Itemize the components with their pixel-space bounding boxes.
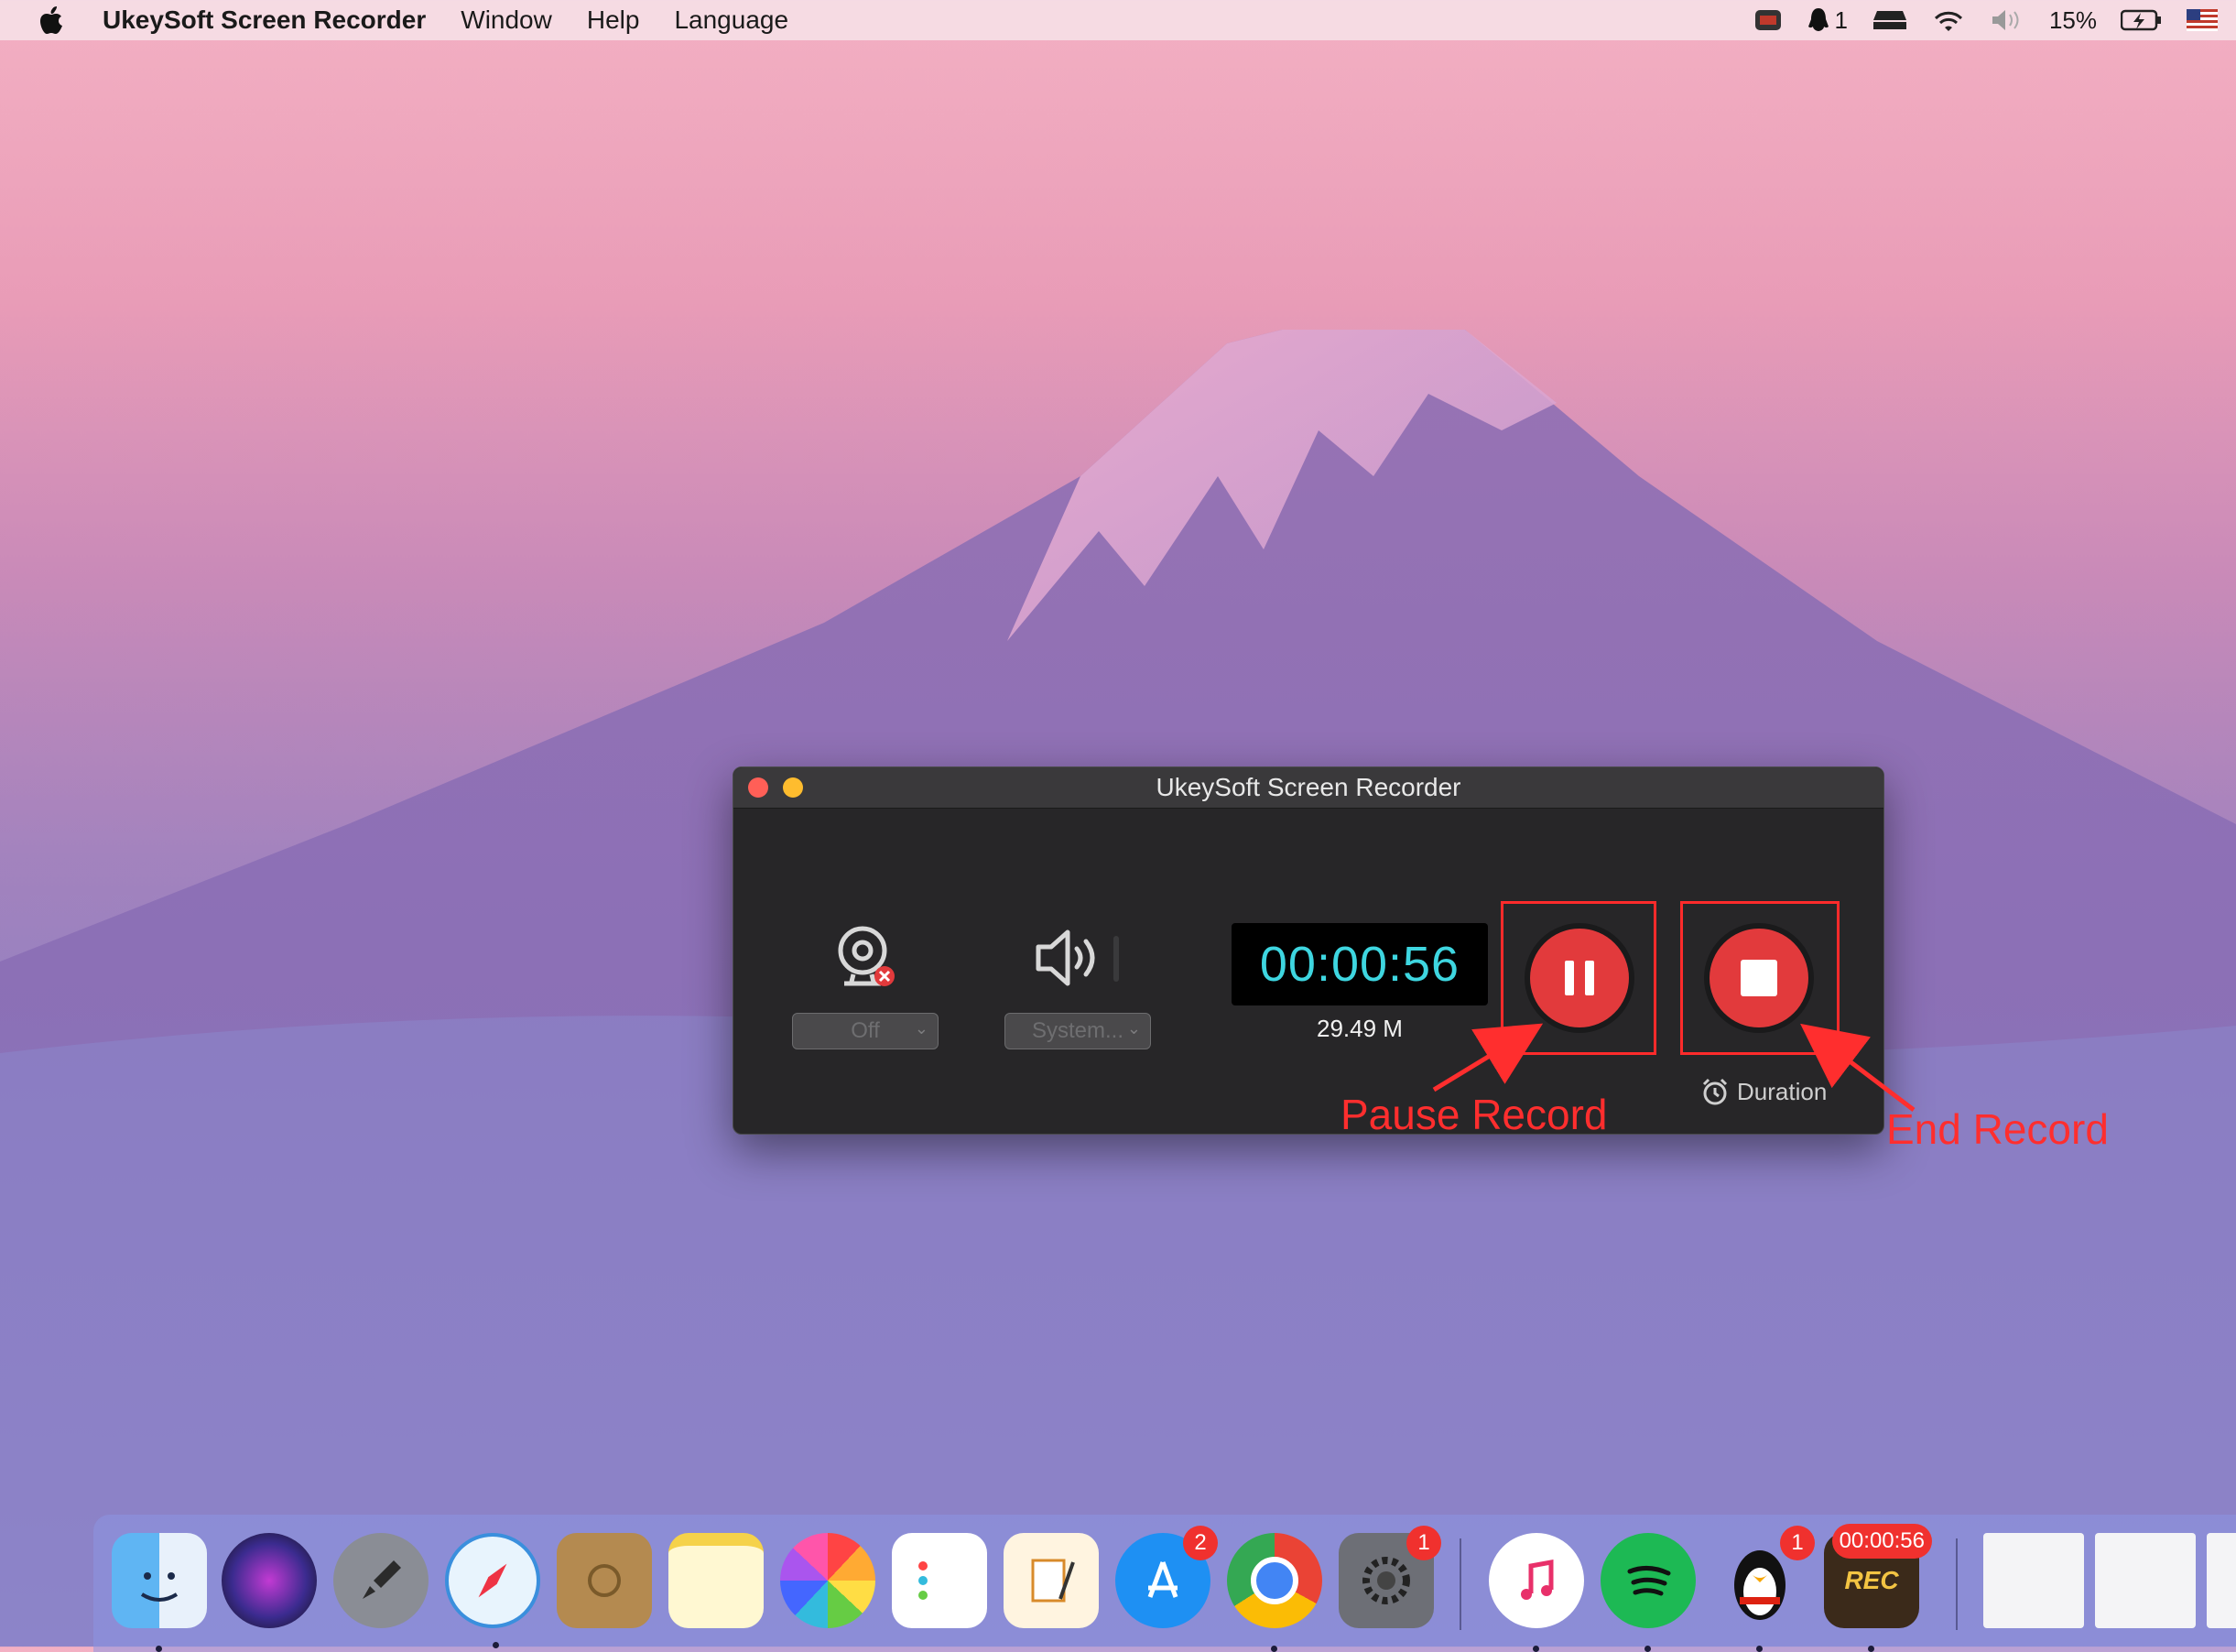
siri-icon[interactable] xyxy=(222,1533,317,1628)
pause-record-annotation: Pause Record xyxy=(1341,1091,1608,1138)
pause-arrow xyxy=(1432,1023,1544,1092)
dock: 2 1 1 REC 00:00:56 xyxy=(93,1515,2236,1652)
window-thumbnail[interactable] xyxy=(1983,1533,2084,1628)
reminders-icon[interactable] xyxy=(892,1533,987,1628)
end-record-annotation: End Record xyxy=(1886,1105,2109,1153)
contacts-icon[interactable] xyxy=(557,1533,652,1628)
notes-icon[interactable] xyxy=(668,1533,764,1628)
qq-badge: 1 xyxy=(1780,1526,1815,1560)
compass-icon[interactable] xyxy=(445,1533,540,1648)
window-thumbnail[interactable] xyxy=(2207,1533,2236,1628)
settings-badge: 1 xyxy=(1406,1526,1441,1560)
gear-icon[interactable]: 1 xyxy=(1339,1526,1441,1628)
rocket-icon[interactable] xyxy=(333,1533,429,1628)
spotify-icon[interactable] xyxy=(1601,1533,1696,1652)
photos-icon[interactable] xyxy=(780,1533,875,1628)
dock-separator xyxy=(1460,1538,1461,1630)
music-icon[interactable] xyxy=(1489,1533,1584,1652)
end-arrow xyxy=(1800,1023,1916,1112)
pages-icon[interactable] xyxy=(1004,1533,1099,1628)
window-thumbnail[interactable] xyxy=(2095,1533,2196,1628)
appstore-icon[interactable]: 2 xyxy=(1115,1526,1218,1628)
rec-icon[interactable]: REC 00:00:56 xyxy=(1824,1524,1932,1652)
dock-separator xyxy=(1956,1538,1958,1630)
recorder-timer-badge: 00:00:56 xyxy=(1831,1524,1932,1559)
chrome-icon[interactable] xyxy=(1227,1533,1322,1652)
annotation-arrows xyxy=(1432,1023,1916,1112)
finder-icon[interactable] xyxy=(112,1533,207,1652)
penguin-icon[interactable]: 1 xyxy=(1712,1526,1815,1652)
appstore-badge: 2 xyxy=(1183,1526,1218,1560)
